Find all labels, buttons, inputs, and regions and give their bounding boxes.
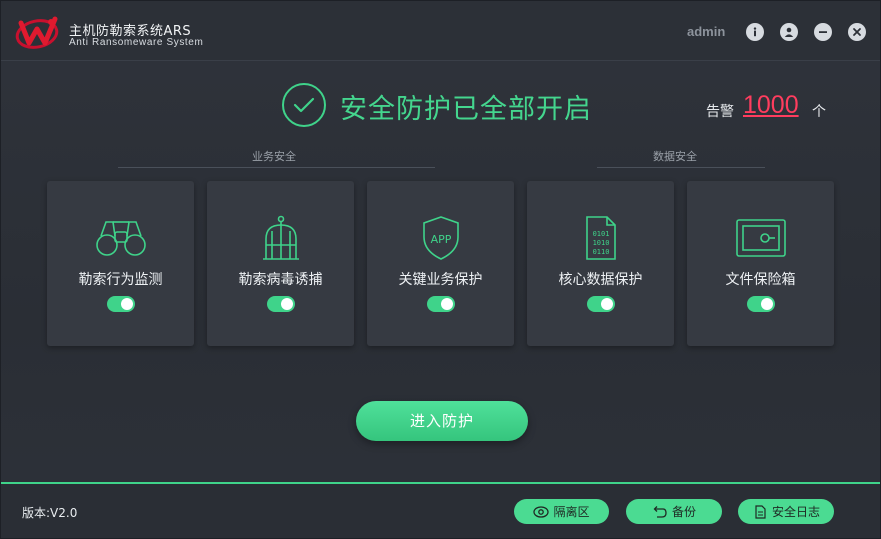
card-file-safe[interactable]: 文件保险箱 (687, 181, 834, 346)
alarm-unit: 个 (812, 104, 826, 120)
card-core-data-protection[interactable]: 0101 1010 0110 核心数据保护 (527, 181, 674, 346)
core-data-protection-toggle[interactable] (586, 296, 615, 312)
minimize-button[interactable] (814, 23, 832, 41)
section-data-divider (597, 167, 765, 168)
safe-box-icon (734, 215, 788, 261)
user-button[interactable] (780, 23, 798, 41)
security-log-button[interactable]: 安全日志 (738, 499, 834, 524)
ransom-behavior-monitor-toggle[interactable] (106, 296, 135, 312)
app-window: 主机防勒索系统ARS Anti Ransomeware System admin (0, 0, 881, 539)
info-icon (753, 27, 757, 37)
card-label: 文件保险箱 (725, 272, 796, 288)
section-data-label: 数据安全 (653, 150, 697, 163)
quarantine-button[interactable]: 隔离区 (514, 499, 609, 524)
alarm-count-link[interactable]: 1000 (743, 91, 799, 120)
security-log-label: 安全日志 (771, 505, 820, 519)
app-shield-icon: APP (414, 215, 468, 261)
binoculars-icon (94, 215, 148, 261)
card-label: 勒索病毒诱捕 (238, 272, 323, 288)
file-safe-toggle[interactable] (746, 296, 775, 312)
card-ransom-virus-trap[interactable]: 勒索病毒诱捕 (207, 181, 354, 346)
binary-file-icon: 0101 1010 0110 (574, 215, 628, 261)
enter-protection-button[interactable]: 进入防护 (356, 401, 528, 441)
svg-text:0101: 0101 (592, 230, 609, 238)
section-business-label: 业务安全 (252, 150, 296, 163)
close-button[interactable] (848, 23, 866, 41)
user-icon (784, 27, 794, 37)
protection-status-text: 安全防护已全部开启 (340, 94, 592, 125)
card-label: 关键业务保护 (398, 272, 483, 288)
footer-divider (1, 482, 880, 484)
ransom-virus-trap-toggle[interactable] (266, 296, 295, 312)
close-icon (853, 28, 861, 36)
version-label: 版本:V2.0 (22, 506, 78, 520)
key-business-protection-toggle[interactable] (426, 296, 455, 312)
undo-arrow-icon (653, 505, 667, 518)
card-label: 勒索行为监测 (78, 272, 163, 288)
app-subtitle: Anti Ransomeware System (69, 37, 204, 48)
info-button[interactable] (746, 23, 764, 41)
birdcage-icon (254, 215, 308, 261)
eye-icon (533, 505, 550, 518)
card-key-business-protection[interactable]: APP 关键业务保护 (367, 181, 514, 346)
card-ransom-behavior-monitor[interactable]: 勒索行为监测 (47, 181, 194, 346)
backup-label: 备份 (671, 505, 696, 519)
card-label: 核心数据保护 (558, 272, 643, 288)
svg-text:0110: 0110 (592, 248, 609, 256)
svg-text:1010: 1010 (592, 239, 609, 247)
title-bar: 主机防勒索系统ARS Anti Ransomeware System admin (1, 1, 880, 61)
status-check-icon (282, 83, 326, 127)
section-business-divider (118, 167, 435, 168)
quarantine-label: 隔离区 (553, 505, 590, 519)
ars-logo-icon (15, 16, 59, 49)
user-name[interactable]: admin (687, 24, 725, 39)
alarm-label: 告警 (706, 104, 734, 120)
document-icon (755, 504, 766, 519)
svg-text:APP: APP (430, 233, 451, 246)
minimize-icon (819, 31, 827, 33)
backup-button[interactable]: 备份 (626, 499, 722, 524)
